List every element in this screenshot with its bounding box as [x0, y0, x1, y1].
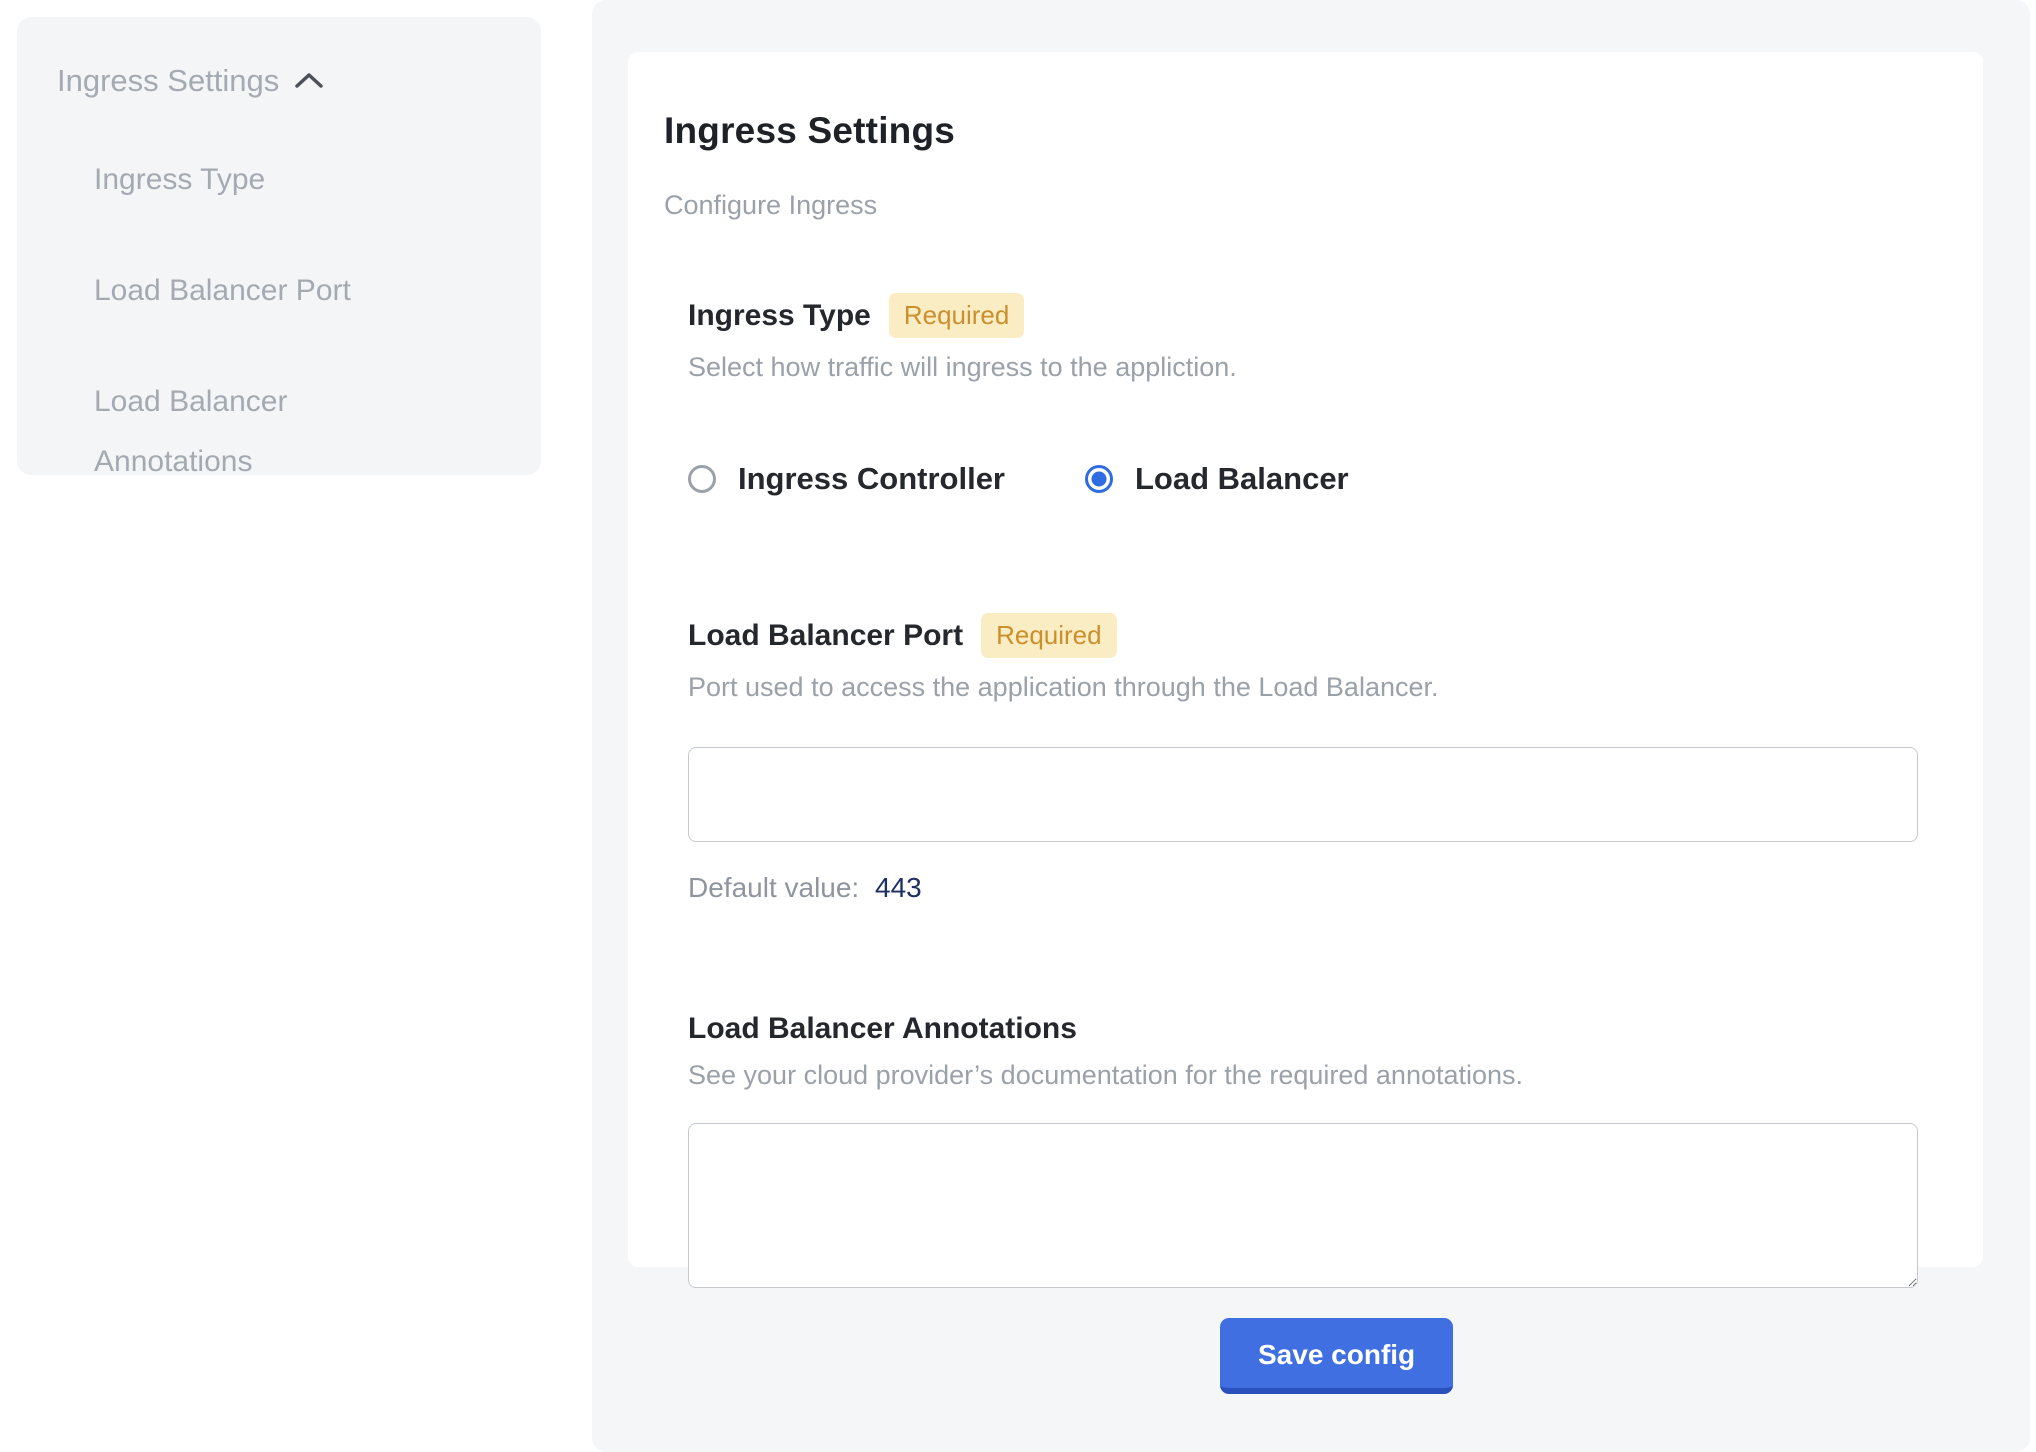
section-load-balancer-annotations: Load Balancer Annotations See your cloud…	[688, 1012, 1918, 1293]
chevron-up-icon	[293, 63, 325, 99]
load-balancer-annotations-textarea[interactable]	[688, 1123, 1918, 1288]
radio-label: Load Balancer	[1135, 461, 1349, 497]
radio-ingress-controller[interactable]: Ingress Controller	[688, 461, 1005, 497]
sidebar-items: Ingress Type Load Balancer Port Load Bal…	[94, 150, 501, 492]
sidebar-item-load-balancer-annotations[interactable]: Load Balancer Annotations	[94, 372, 424, 492]
ingress-type-label: Ingress Type	[688, 299, 871, 333]
sidebar-section-ingress-settings[interactable]: Ingress Settings	[57, 63, 501, 99]
default-value: 443	[875, 872, 922, 903]
radio-label: Ingress Controller	[738, 461, 1005, 497]
load-balancer-annotations-label: Load Balancer Annotations	[688, 1012, 1077, 1046]
ingress-type-radio-group: Ingress Controller Load Balancer	[688, 461, 1918, 497]
page-subtitle: Configure Ingress	[664, 190, 1918, 221]
radio-load-balancer[interactable]: Load Balancer	[1085, 461, 1349, 497]
default-value-label: Default value:	[688, 872, 859, 903]
save-config-button[interactable]: Save config	[1220, 1318, 1453, 1394]
settings-sidebar: Ingress Settings Ingress Type Load Balan…	[17, 17, 541, 475]
radio-circle-icon	[688, 465, 716, 493]
main-panel: Ingress Settings Configure Ingress Ingre…	[592, 0, 2030, 1452]
load-balancer-port-help: Port used to access the application thro…	[688, 672, 1918, 703]
section-ingress-type: Ingress Type Required Select how traffic…	[688, 293, 1918, 497]
required-badge: Required	[981, 613, 1117, 658]
load-balancer-port-label: Load Balancer Port	[688, 619, 963, 653]
load-balancer-port-input[interactable]	[688, 747, 1918, 842]
sidebar-item-ingress-type[interactable]: Ingress Type	[94, 150, 424, 210]
ingress-settings-card: Ingress Settings Configure Ingress Ingre…	[628, 52, 1983, 1267]
sidebar-section-label: Ingress Settings	[57, 63, 279, 99]
page-title: Ingress Settings	[664, 110, 1918, 152]
radio-circle-icon	[1085, 465, 1113, 493]
default-value-row: Default value: 443	[688, 872, 1918, 904]
load-balancer-annotations-help: See your cloud provider’s documentation …	[688, 1060, 1918, 1091]
required-badge: Required	[889, 293, 1025, 338]
section-load-balancer-port: Load Balancer Port Required Port used to…	[688, 613, 1918, 904]
sidebar-item-load-balancer-port[interactable]: Load Balancer Port	[94, 261, 424, 321]
ingress-type-help: Select how traffic will ingress to the a…	[688, 352, 1918, 383]
